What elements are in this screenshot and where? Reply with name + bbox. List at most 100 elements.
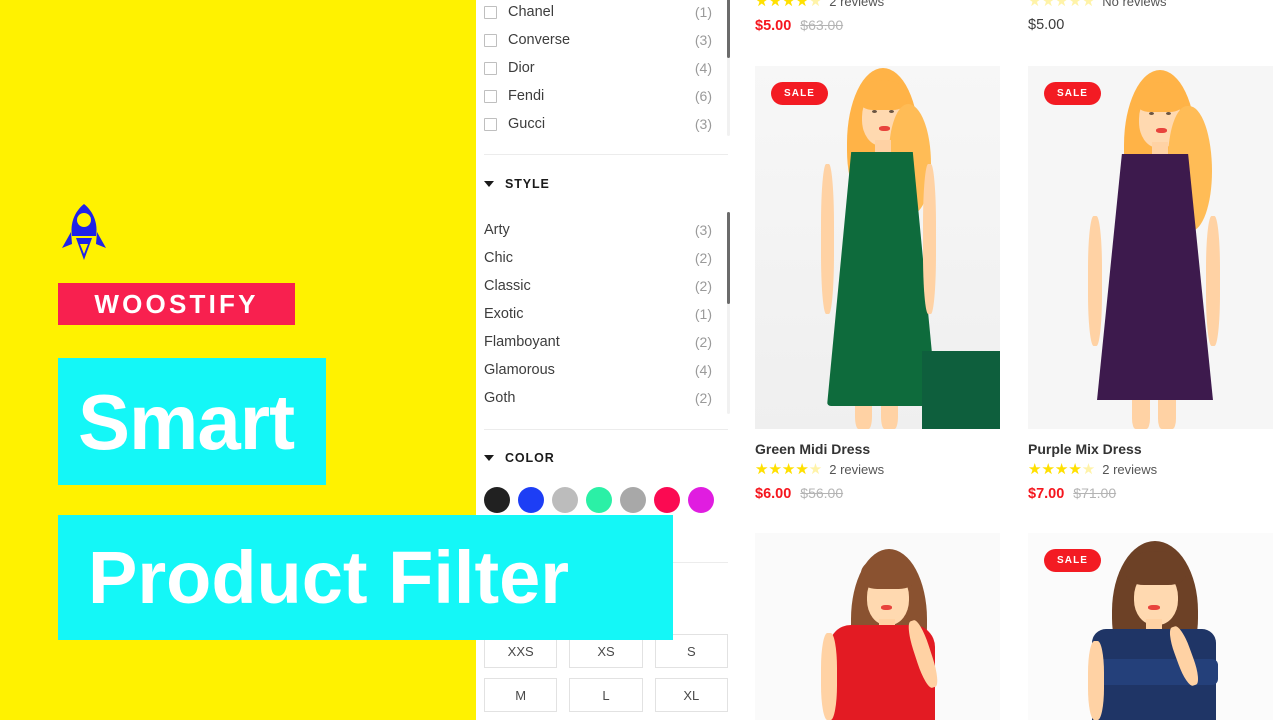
sale-price: $7.00 — [1028, 486, 1065, 502]
size-button-xl[interactable]: XL — [654, 678, 728, 712]
style-filter-item[interactable]: Chic (2) — [484, 244, 712, 272]
color-swatch-blue[interactable] — [518, 487, 544, 513]
product-card[interactable]: ★★★★★ ★★★★★ 2 reviews $5.00 $63.00 — [755, 0, 1000, 34]
sale-price: $6.00 — [755, 486, 792, 502]
woostify-logo-wordmark: WOOSTIFY — [58, 283, 295, 325]
headline-band-smart: Smart — [58, 358, 326, 485]
chevron-down-icon[interactable] — [484, 455, 494, 461]
fabric-swatch — [922, 351, 1000, 429]
style-list-scrollbar-thumb[interactable] — [727, 212, 730, 304]
style-label: Goth — [484, 390, 516, 406]
star-rating-fill: ★★★★★ — [755, 0, 809, 9]
product-title[interactable]: Purple Mix Dress — [1028, 441, 1273, 457]
style-filter-item[interactable]: Glamorous (4) — [484, 356, 712, 384]
product-image[interactable]: SALE — [1028, 66, 1273, 429]
brand-filter-list[interactable]: Chanel (1) Converse (3) Dior (4) Fendi (… — [484, 0, 730, 138]
brand-count: (3) — [694, 116, 712, 132]
rating-row: ★★★★★ ★★★★★ 2 reviews — [755, 462, 1000, 477]
model-illustration — [1028, 66, 1273, 429]
color-swatch-grey[interactable] — [552, 487, 578, 513]
style-label: Arty — [484, 222, 510, 238]
brand-filter-item[interactable]: Fendi (6) — [484, 82, 712, 110]
sidebar-divider — [484, 429, 728, 430]
star-rating-fill: ★★★★★ — [1028, 462, 1082, 477]
rating-row: ★★★★★ ★★★★★ 2 reviews — [755, 0, 1000, 9]
rating-row: ★★★★★ ★★★★★ 2 reviews — [1028, 462, 1273, 477]
style-filter-list[interactable]: Arty (3) Chic (2) Classic (2) Exotic (1)… — [484, 212, 730, 414]
style-label: Classic — [484, 278, 531, 294]
sale-badge: SALE — [771, 82, 829, 105]
regular-price: $71.00 — [1073, 485, 1117, 501]
product-price: $5.00 — [1028, 17, 1065, 33]
product-card-purple-mix-dress[interactable]: SALE Purple Mix Dress ★★★★★ ★★★★ 2 revie… — [1028, 66, 1273, 502]
size-button-m[interactable]: M — [484, 678, 558, 712]
star-rating: ★★★★★ ★★★★★ — [755, 461, 823, 478]
product-card-green-midi-dress[interactable]: SALE Green Midi Dress ★★★★★ ★★★★ 2 revie… — [755, 66, 1000, 502]
product-card-red-dress[interactable] — [755, 533, 1000, 720]
size-label: M — [515, 687, 527, 703]
style-label: Exotic — [484, 306, 524, 322]
product-grid: ★★★★★ ★★★★★ 2 reviews $5.00 $63.00 ★★★★★… — [752, 0, 1280, 720]
size-button-l[interactable]: L — [569, 678, 643, 712]
style-filter-item[interactable]: Arty (3) — [484, 216, 712, 244]
checkbox-icon[interactable] — [484, 33, 497, 47]
product-card[interactable]: ★★★★★ ★★★★★ No reviews $5.00 — [1028, 0, 1273, 33]
checkbox-icon[interactable] — [484, 89, 497, 103]
price-row: $7.00 $71.00 — [1028, 485, 1273, 502]
price-row: $6.00 $56.00 — [755, 485, 1000, 502]
product-image[interactable] — [755, 533, 1000, 720]
headline-band-product-filter: Product Filter — [58, 515, 673, 640]
checkbox-icon[interactable] — [484, 61, 497, 75]
sidebar-divider — [484, 154, 728, 155]
chevron-down-icon[interactable] — [484, 181, 494, 187]
style-count: (1) — [694, 306, 712, 322]
checkbox-icon[interactable] — [484, 117, 497, 131]
brand-filter-item[interactable]: Converse (3) — [484, 26, 712, 54]
style-count: (2) — [694, 278, 712, 294]
color-swatch-silver[interactable] — [620, 487, 646, 513]
product-image[interactable]: SALE — [755, 66, 1000, 429]
star-rating: ★★★★★ ★★★★★ — [1028, 461, 1096, 478]
star-rating: ★★★★★ ★★★★★ — [1028, 0, 1096, 10]
star-rating: ★★★★★ ★★★★★ — [755, 0, 822, 9]
color-swatch-magenta[interactable] — [688, 487, 714, 513]
review-count: No reviews — [1102, 0, 1167, 9]
headline-text-product-filter: Product Filter — [88, 535, 570, 619]
color-section-header[interactable]: COLOR — [484, 451, 555, 465]
brand-list-scrollbar-thumb[interactable] — [727, 0, 730, 58]
brand-label: Fendi — [508, 88, 545, 104]
style-label: Flamboyant — [484, 334, 560, 350]
brand-count: (3) — [694, 32, 712, 48]
star-rating-fill: ★★★★★ — [755, 462, 809, 477]
sale-price: $5.00 — [755, 18, 792, 34]
price-row: $5.00 — [1028, 17, 1273, 33]
color-swatch-black[interactable] — [484, 487, 510, 513]
style-filter-item[interactable]: Goth (2) — [484, 384, 712, 412]
color-swatch-mint[interactable] — [586, 487, 612, 513]
brand-filter-item[interactable]: Gucci (3) — [484, 110, 712, 138]
brand-label: Gucci — [508, 116, 546, 132]
regular-price: $63.00 — [800, 17, 844, 33]
product-image[interactable]: SALE — [1028, 533, 1273, 720]
style-filter-item[interactable]: Exotic (1) — [484, 300, 712, 328]
style-section-title: STYLE — [505, 177, 550, 191]
brand-filter-item[interactable]: Dior (4) — [484, 54, 712, 82]
brand-label: Chanel — [508, 4, 554, 20]
brand-filter-item[interactable]: Chanel (1) — [484, 0, 712, 26]
checkbox-icon[interactable] — [484, 5, 497, 19]
size-label: XXS — [507, 643, 534, 659]
style-filter-item[interactable]: Flamboyant (2) — [484, 328, 712, 356]
style-filter-item[interactable]: Classic (2) — [484, 272, 712, 300]
color-swatch-pink[interactable] — [654, 487, 680, 513]
style-section-header[interactable]: STYLE — [484, 177, 550, 191]
brand-count: (1) — [694, 4, 712, 20]
review-count: 2 reviews — [829, 462, 885, 477]
size-label: S — [686, 643, 696, 659]
dress-ruffle — [1090, 659, 1218, 685]
style-count: (2) — [694, 390, 712, 406]
brand-label: Converse — [508, 32, 571, 48]
product-title[interactable]: Green Midi Dress — [755, 441, 1000, 457]
brand-count: (6) — [694, 88, 712, 104]
product-card-navy-dress[interactable]: SALE — [1028, 533, 1273, 720]
woostify-rocket-icon — [58, 202, 110, 264]
